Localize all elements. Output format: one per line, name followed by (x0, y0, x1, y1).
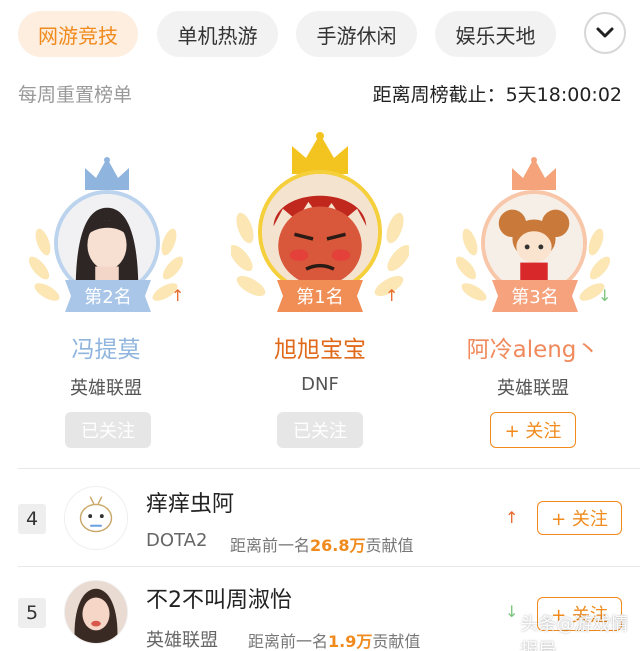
rank-number: 4 (18, 504, 46, 534)
toutiao-logo-icon (496, 626, 515, 646)
streamer-name[interactable]: 不2不叫周淑怡 (146, 582, 292, 614)
streamer-game: 英雄联盟 (146, 630, 218, 651)
streamer-name[interactable]: 痒痒虫阿 (146, 486, 234, 518)
follow-button[interactable]: + 关注 (490, 412, 576, 448)
streamer-game: 英雄联盟 (70, 378, 142, 399)
avatar[interactable] (258, 170, 382, 294)
contribution-gap: 距离前一名1.9万贡献值 (248, 632, 421, 651)
divider (18, 468, 640, 469)
followed-button[interactable]: 已关注 (277, 412, 363, 448)
trend-up-icon: ↑ (385, 286, 399, 305)
avatar[interactable] (64, 580, 128, 644)
countdown: 距离周榜截止：5天18:00:02 (372, 84, 622, 106)
follow-button[interactable]: + 关注 (537, 501, 622, 535)
crown-icon (512, 157, 556, 190)
avatar[interactable] (64, 486, 128, 550)
rank-number: 5 (18, 598, 46, 628)
more-tabs-button[interactable] (584, 12, 626, 54)
watermark: 头条@游戏情报局 (496, 610, 640, 651)
tab-entertainment[interactable]: 娱乐天地 (435, 11, 556, 57)
streamer-game: 英雄联盟 (497, 378, 569, 399)
divider (18, 566, 640, 567)
followed-button[interactable]: 已关注 (65, 412, 151, 448)
streamer-name[interactable]: 阿冷aleng丶 (438, 330, 628, 364)
list-item[interactable]: 4 痒痒虫阿 DOTA2 距离前一名26.8万贡献值 ↑ + 关注 (0, 470, 640, 566)
trend-down-icon: ↓ (598, 286, 612, 305)
weekly-reset-note: 每周重置榜单 (18, 84, 133, 106)
podium-first: 第1名 ↑ 旭旭宝宝 DNF 已关注 (225, 132, 415, 462)
tab-mobile-casual[interactable]: 手游休闲 (296, 11, 417, 57)
streamer-name[interactable]: 冯提莫 (11, 330, 201, 364)
chevron-down-icon (596, 27, 614, 38)
podium-third: 第3名 ↓ 阿冷aleng丶 英雄联盟 + 关注 (438, 156, 628, 486)
trend-up-icon: ↑ (171, 286, 185, 305)
tab-online-competitive[interactable]: 网游竞技 (18, 11, 138, 57)
contribution-gap: 距离前一名26.8万贡献值 (230, 536, 414, 555)
rank-ribbon: 第3名 (492, 280, 578, 312)
category-tabs: 网游竞技 单机热游 手游休闲 娱乐天地 (0, 0, 640, 66)
streamer-game: DNF (301, 374, 339, 395)
rank-ribbon: 第2名 (65, 280, 151, 312)
podium-second: 第2名 ↑ 冯提莫 英雄联盟 已关注 (11, 156, 201, 486)
rank-ribbon: 第1名 (277, 280, 363, 312)
streamer-name[interactable]: 旭旭宝宝 (225, 330, 415, 364)
podium: 第2名 ↑ 冯提莫 英雄联盟 已关注 第1名 ↑ 旭旭宝宝 DNF 已关注 第3… (0, 120, 640, 460)
streamer-game: DOTA2 (146, 530, 208, 551)
trend-up-icon: ↑ (505, 508, 519, 527)
tab-single-player[interactable]: 单机热游 (157, 11, 278, 57)
crown-icon (85, 157, 129, 190)
